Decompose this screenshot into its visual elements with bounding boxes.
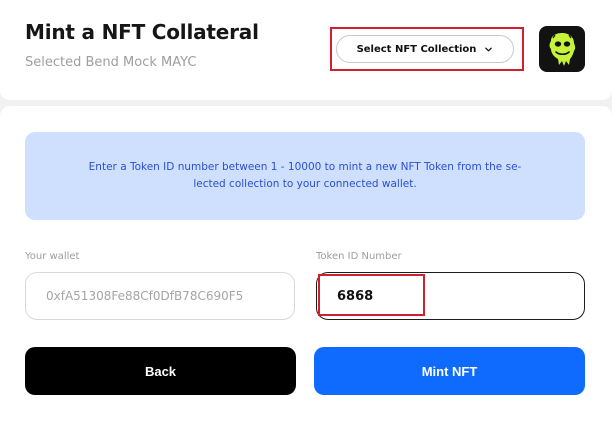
mint-page: Mint a NFT Collateral Selected Bend Mock… bbox=[0, 0, 612, 427]
wallet-address-field: 0xfA51308Fe88Cf0DfB78C690F5 bbox=[25, 272, 295, 320]
page-title: Mint a NFT Collateral bbox=[25, 20, 259, 44]
info-banner: Enter a Token ID number between 1 - 1000… bbox=[25, 132, 585, 220]
header-card: Mint a NFT Collateral Selected Bend Mock… bbox=[0, 0, 612, 100]
back-button[interactable]: Back bbox=[25, 347, 296, 395]
wallet-label: Your wallet bbox=[25, 251, 80, 262]
mint-nft-button[interactable]: Mint NFT bbox=[314, 347, 585, 395]
collection-avatar[interactable] bbox=[539, 26, 585, 72]
token-id-label: Token ID Number bbox=[316, 251, 402, 262]
mutant-ape-icon bbox=[549, 33, 576, 66]
highlight-box bbox=[318, 274, 425, 316]
highlight-box bbox=[330, 27, 524, 71]
selected-collection-subtitle: Selected Bend Mock MAYC bbox=[25, 55, 197, 70]
mint-form-card: Enter a Token ID number between 1 - 1000… bbox=[0, 106, 612, 427]
wallet-address-value: 0xfA51308Fe88Cf0DfB78C690F5 bbox=[46, 289, 244, 303]
